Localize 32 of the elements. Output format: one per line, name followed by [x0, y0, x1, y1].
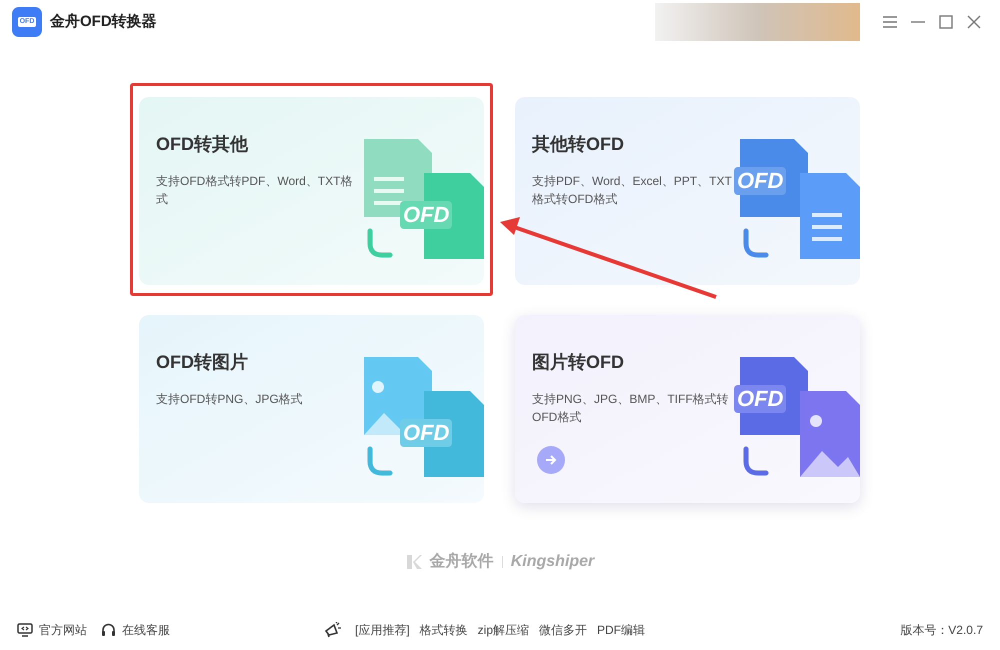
recommend-label: [应用推荐]: [355, 622, 410, 639]
card-description: 支持OFD转PNG、JPG格式: [156, 391, 304, 408]
footer-link[interactable]: 官方网站: [17, 621, 87, 639]
megaphone-icon: [324, 622, 342, 638]
footer-link[interactable]: 在线客服: [101, 621, 170, 639]
card-description: 支持PDF、Word、Excel、PPT、TXT格式转OFD格式: [532, 173, 732, 208]
window-title: 金舟OFD转换器: [50, 12, 157, 32]
app-link[interactable]: 格式转换: [420, 621, 468, 639]
card-description: 支持OFD格式转PDF、Word、TXT格式: [156, 173, 354, 208]
brand-name-en: Kingshiper: [510, 552, 594, 572]
brand-name: 金舟软件: [430, 551, 494, 572]
document-conversion-drawing: OFD: [360, 357, 484, 479]
card-title: 其他转OFD: [532, 133, 625, 156]
document-conversion-drawing: OFD: [736, 357, 860, 479]
version-label: 版本号：V2.0.7: [900, 622, 983, 639]
monitor-icon: [17, 623, 33, 637]
document-conversion-drawing: OFD: [736, 139, 860, 261]
conversion-card[interactable]: 其他转OFD 支持PDF、Word、Excel、PPT、TXT格式转OFD格式 OFD: [515, 97, 860, 285]
card-title: OFD转图片: [156, 351, 249, 374]
app-link[interactable]: PDF编辑: [597, 621, 646, 639]
document-conversion-drawing: OFD: [360, 139, 484, 261]
conversion-card[interactable]: OFD转其他 支持OFD格式转PDF、Word、TXT格式 OFD: [139, 97, 484, 285]
brand-logo-icon: [406, 554, 422, 570]
conversion-card[interactable]: 图片转OFD 支持PNG、JPG、BMP、TIFF格式转OFD格式 OFD: [515, 315, 860, 503]
card-title: 图片转OFD: [532, 351, 625, 374]
card-title: OFD转其他: [156, 133, 250, 156]
app-link[interactable]: zip解压缩: [478, 621, 530, 639]
arrow-icon: [545, 455, 557, 465]
app-link[interactable]: 微信多开: [539, 621, 588, 639]
headset-icon: [101, 622, 116, 638]
conversion-card[interactable]: OFD转图片 支持OFD转PNG、JPG格式 OFD: [139, 315, 484, 503]
card-description: 支持PNG、JPG、BMP、TIFF格式转OFD格式: [532, 391, 730, 426]
